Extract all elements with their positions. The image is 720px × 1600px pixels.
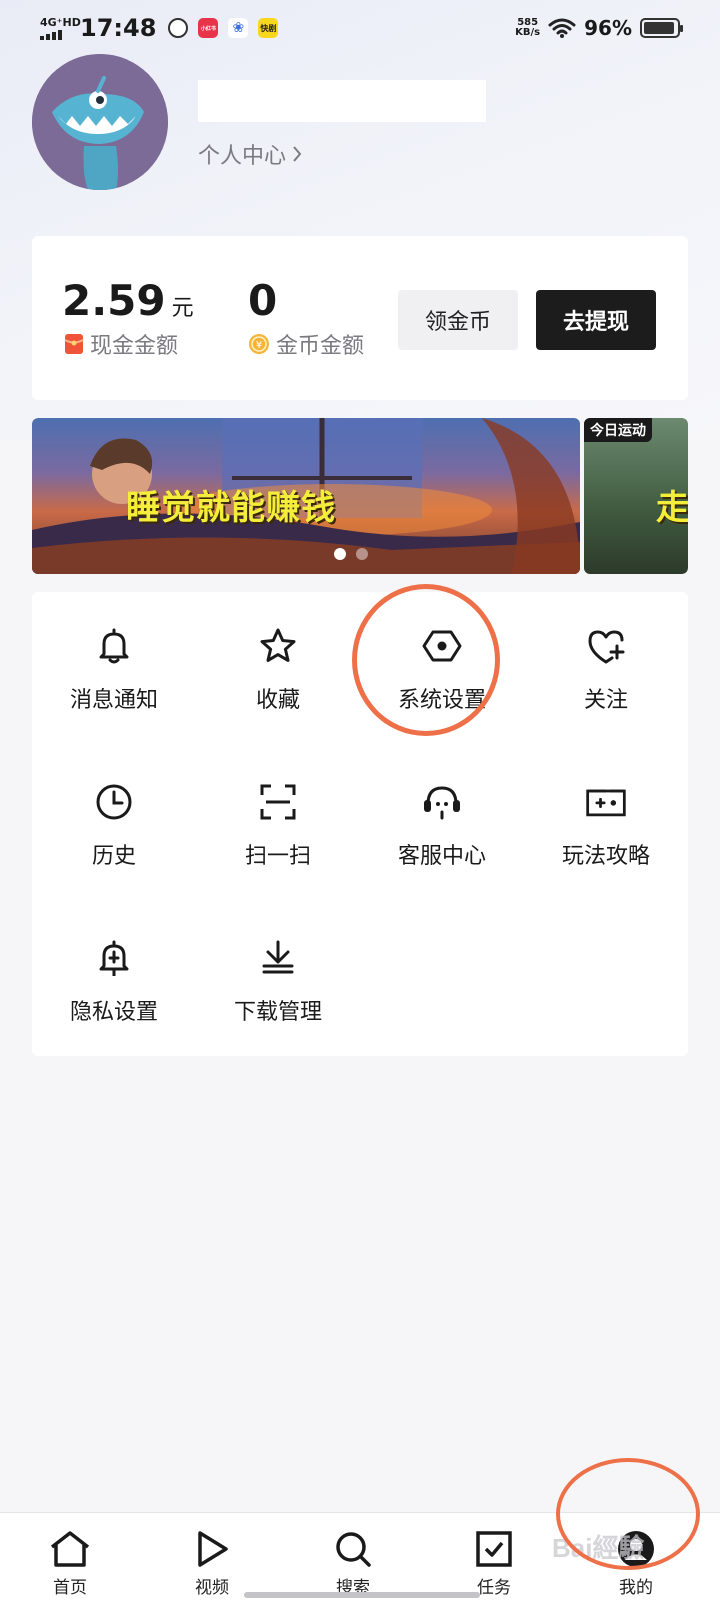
kuaiju-app-icon: 快剧 <box>258 18 279 38</box>
search-icon <box>331 1527 375 1571</box>
cash-amount: 2.59 <box>62 276 166 325</box>
grid-item-label: 客服中心 <box>397 844 486 869</box>
wallet-card: 2.59 元 现金金额 0 ¥ 金币金额 领金币 去提现 <box>32 236 688 400</box>
cash-label-row: 现金金额 <box>64 328 178 360</box>
personal-center-label: 个人中心 <box>198 144 287 169</box>
heart-plus-icon <box>584 624 628 668</box>
cash-unit: 元 <box>171 296 194 321</box>
promo-banner-carousel[interactable]: 睡觉就能赚钱 今日运动 走 <box>32 418 688 574</box>
grid-item-label: 玩法攻略 <box>561 844 650 869</box>
coin-label: 金币金额 <box>276 334 365 359</box>
play-icon <box>190 1527 234 1571</box>
kuaiju-app-name: 快剧 <box>260 23 277 33</box>
gold-coin-icon: ¥ <box>249 334 269 354</box>
wifi-icon <box>548 18 576 38</box>
scan-icon <box>256 780 300 824</box>
claim-coins-button[interactable]: 领金币 <box>398 290 518 350</box>
banner-next-tag: 今日运动 <box>584 418 652 442</box>
grid-item-scan[interactable]: 扫一扫 <box>196 748 360 898</box>
cash-amount-display: 2.59 元 <box>62 276 194 325</box>
grid-item-label: 系统设置 <box>397 688 486 713</box>
withdraw-button[interactable]: 去提现 <box>536 290 656 350</box>
network-speed: 585 KB/s <box>515 18 540 38</box>
xiaohongshu-app-icon: 小红书 <box>198 18 219 38</box>
banner-next-text: 走 <box>656 488 688 528</box>
network-speed-unit: KB/s <box>515 27 541 38</box>
tab-label: 视频 <box>195 1578 229 1598</box>
baidu-watermark: Bai經驗 <box>552 1533 645 1563</box>
grid-item-notifications[interactable]: 消息通知 <box>32 592 196 742</box>
coin-amount: 0 <box>248 276 278 325</box>
settings-hexagon-icon <box>420 624 464 668</box>
feature-grid: 消息通知 收藏 系统设置 关注 历史 扫一扫 客服中心 玩法攻略 隐私设置 下载… <box>32 592 688 1056</box>
link-app-icon <box>168 18 189 38</box>
carousel-dot <box>356 548 368 560</box>
signal-bars-icon <box>40 29 72 40</box>
status-bar: 4G⁺HD 17:48 小红书 ❀ 快剧 585 KB/s 96% <box>0 0 720 56</box>
tab-label: 任务 <box>477 1578 511 1598</box>
gamepad-icon <box>584 780 628 824</box>
banner-slide-exercise[interactable]: 今日运动 走 <box>584 418 688 574</box>
grid-item-label: 历史 <box>91 844 136 869</box>
coin-label-row: ¥ 金币金额 <box>248 328 364 360</box>
grid-item-download-manager[interactable]: 下载管理 <box>196 904 360 1054</box>
svg-text:¥: ¥ <box>256 340 262 351</box>
xiaohongshu-app-name: 小红书 <box>200 25 216 32</box>
red-envelope-icon <box>64 334 84 354</box>
banner-main-text: 睡觉就能赚钱 <box>126 488 336 528</box>
battery-percent: 96% <box>584 16 632 40</box>
avatar[interactable] <box>32 54 168 190</box>
username-field <box>198 80 486 122</box>
banner-slide-sleep[interactable]: 睡觉就能赚钱 <box>32 418 580 574</box>
signal-indicator: 4G⁺HD <box>40 15 81 40</box>
tab-label: 首页 <box>53 1578 87 1598</box>
home-indicator-bar[interactable] <box>244 1592 480 1598</box>
chevron-right-icon <box>293 146 302 162</box>
paw-app-icon: ❀ <box>228 18 249 38</box>
profile-header: 个人中心 <box>32 54 692 190</box>
grid-item-system-settings[interactable]: 系统设置 <box>360 592 524 742</box>
tab-video[interactable]: 视频 <box>162 1513 262 1600</box>
task-check-icon <box>472 1527 516 1571</box>
grid-item-game-guide[interactable]: 玩法攻略 <box>524 748 688 898</box>
bell-icon <box>92 624 136 668</box>
headset-icon <box>420 780 464 824</box>
carousel-dots <box>334 548 368 560</box>
clock-time: 17:48 <box>80 14 157 42</box>
grid-item-history[interactable]: 历史 <box>32 748 196 898</box>
grid-item-customer-service[interactable]: 客服中心 <box>360 748 524 898</box>
clock-icon <box>92 780 136 824</box>
grid-item-privacy-settings[interactable]: 隐私设置 <box>32 904 196 1054</box>
battery-icon <box>640 18 683 38</box>
tab-home[interactable]: 首页 <box>20 1513 120 1600</box>
cash-label: 现金金额 <box>90 334 179 359</box>
grid-item-follow[interactable]: 关注 <box>524 592 688 742</box>
tab-search[interactable]: 搜索 <box>303 1513 403 1600</box>
grid-item-label: 隐私设置 <box>69 1000 158 1025</box>
grid-item-label: 消息通知 <box>69 688 158 713</box>
grid-item-label: 扫一扫 <box>244 844 311 869</box>
personal-center-link[interactable]: 个人中心 <box>198 138 302 170</box>
grid-item-label: 下载管理 <box>233 1000 322 1025</box>
network-type: 4G⁺HD <box>40 15 81 29</box>
coin-amount-display: 0 <box>248 276 277 325</box>
monster-avatar-icon <box>32 54 168 190</box>
download-icon <box>256 936 300 980</box>
star-icon <box>256 624 300 668</box>
grid-item-label: 关注 <box>583 688 628 713</box>
grid-item-label: 收藏 <box>255 688 300 713</box>
tab-tasks[interactable]: 任务 <box>444 1513 544 1600</box>
tab-label: 我的 <box>619 1578 653 1598</box>
home-icon <box>48 1527 92 1571</box>
grid-item-favorites[interactable]: 收藏 <box>196 592 360 742</box>
privacy-bell-icon <box>92 936 136 980</box>
carousel-dot-active <box>334 548 346 560</box>
